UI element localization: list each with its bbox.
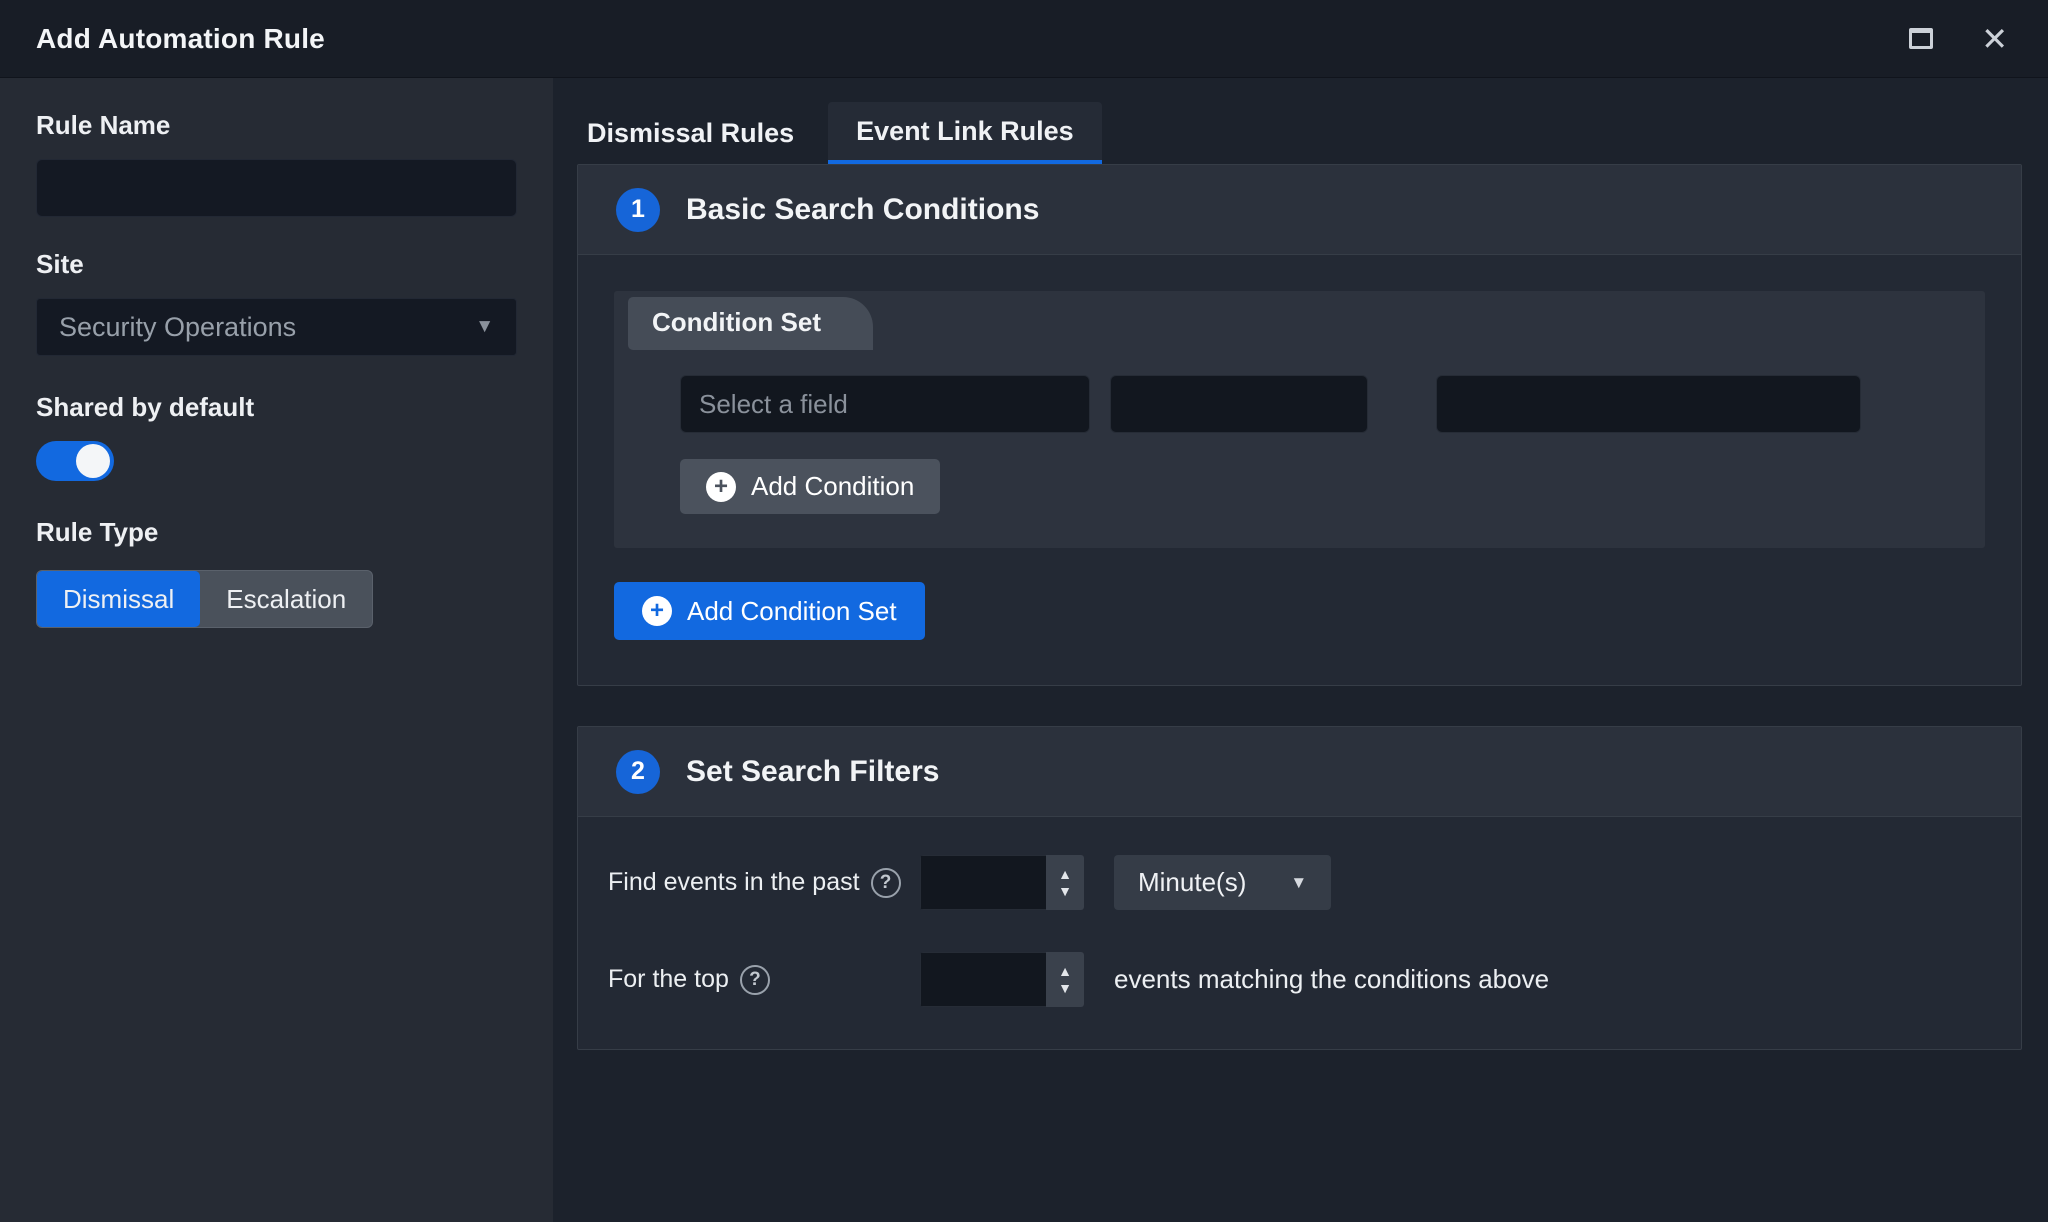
top-events-label-group: For the top ?	[608, 965, 920, 995]
rule-type-segmented-control: Dismissal Escalation	[36, 570, 373, 628]
condition-operator-input[interactable]	[1110, 375, 1368, 433]
add-condition-set-label: Add Condition Set	[687, 596, 897, 627]
top-events-input[interactable]	[920, 952, 1046, 1007]
condition-set-group: Condition Set + Add Condition	[614, 291, 1985, 548]
set-search-filters-title: Set Search Filters	[686, 755, 939, 789]
stepper-arrows: ▲ ▼	[1046, 952, 1084, 1007]
condition-field-select[interactable]	[680, 375, 1090, 433]
time-value-stepper: ▲ ▼	[920, 855, 1084, 910]
window-controls: ✕	[1909, 23, 2008, 55]
rule-type-label: Rule Type	[36, 517, 517, 548]
set-search-filters-header: 2 Set Search Filters	[578, 727, 2021, 817]
tab-dismissal-rules[interactable]: Dismissal Rules	[577, 102, 804, 164]
add-condition-button[interactable]: + Add Condition	[680, 459, 940, 514]
step-up-icon[interactable]: ▲	[1058, 867, 1072, 881]
rule-type-option-escalation[interactable]: Escalation	[200, 571, 372, 627]
find-events-row: Find events in the past ? ▲ ▼ Minute(s) …	[608, 855, 1985, 910]
rule-name-label: Rule Name	[36, 110, 517, 141]
step-down-icon[interactable]: ▼	[1058, 884, 1072, 898]
site-select[interactable]: Security Operations ▼	[36, 298, 517, 356]
shared-by-default-toggle[interactable]	[36, 441, 114, 481]
step-1-badge: 1	[616, 188, 660, 232]
help-icon[interactable]: ?	[740, 965, 770, 995]
basic-search-conditions-header: 1 Basic Search Conditions	[578, 165, 2021, 255]
set-search-filters-body: Find events in the past ? ▲ ▼ Minute(s) …	[578, 817, 2021, 1049]
shared-by-default-label: Shared by default	[36, 392, 517, 423]
step-down-icon[interactable]: ▼	[1058, 981, 1072, 995]
site-label: Site	[36, 249, 517, 280]
plus-icon: +	[706, 472, 736, 502]
time-value-input[interactable]	[920, 855, 1046, 910]
time-unit-select[interactable]: Minute(s) ▼	[1114, 855, 1331, 910]
close-icon[interactable]: ✕	[1981, 23, 2008, 55]
top-events-label: For the top	[608, 965, 729, 994]
help-icon[interactable]: ?	[871, 868, 901, 898]
top-events-stepper: ▲ ▼	[920, 952, 1084, 1007]
set-search-filters-panel: 2 Set Search Filters Find events in the …	[577, 726, 2022, 1050]
main-content: Dismissal Rules Event Link Rules 1 Basic…	[553, 78, 2048, 1222]
maximize-icon[interactable]	[1909, 28, 1933, 49]
site-select-value: Security Operations	[59, 312, 296, 343]
step-up-icon[interactable]: ▲	[1058, 964, 1072, 978]
add-condition-label: Add Condition	[751, 471, 914, 502]
basic-search-conditions-panel: 1 Basic Search Conditions Condition Set …	[577, 164, 2022, 686]
titlebar: Add Automation Rule ✕	[0, 0, 2048, 78]
find-events-label: Find events in the past	[608, 868, 860, 897]
rule-name-input[interactable]	[36, 159, 517, 217]
tab-event-link-rules[interactable]: Event Link Rules	[828, 102, 1102, 164]
plus-icon: +	[642, 596, 672, 626]
find-events-label-group: Find events in the past ?	[608, 868, 920, 898]
top-events-row: For the top ? ▲ ▼ events matching the co…	[608, 952, 1985, 1007]
step-2-badge: 2	[616, 750, 660, 794]
rules-tabs: Dismissal Rules Event Link Rules	[577, 98, 2022, 164]
chevron-down-icon: ▼	[1290, 873, 1307, 893]
window-title: Add Automation Rule	[36, 23, 325, 55]
chevron-down-icon: ▼	[475, 316, 494, 338]
stepper-arrows: ▲ ▼	[1046, 855, 1084, 910]
condition-row	[680, 375, 1949, 433]
sidebar: Rule Name Site Security Operations ▼ Sha…	[0, 78, 553, 1222]
condition-value-input[interactable]	[1436, 375, 1861, 433]
dialog-body: Rule Name Site Security Operations ▼ Sha…	[0, 78, 2048, 1222]
time-unit-value: Minute(s)	[1138, 867, 1246, 898]
basic-search-conditions-title: Basic Search Conditions	[686, 193, 1039, 227]
basic-search-conditions-body: Condition Set + Add Condition + Add Cond…	[578, 255, 2021, 685]
add-condition-set-button[interactable]: + Add Condition Set	[614, 582, 925, 640]
condition-set-tab-label: Condition Set	[628, 297, 873, 350]
top-events-suffix: events matching the conditions above	[1114, 964, 1549, 995]
toggle-knob	[76, 444, 110, 478]
rule-type-option-dismissal[interactable]: Dismissal	[37, 571, 200, 627]
